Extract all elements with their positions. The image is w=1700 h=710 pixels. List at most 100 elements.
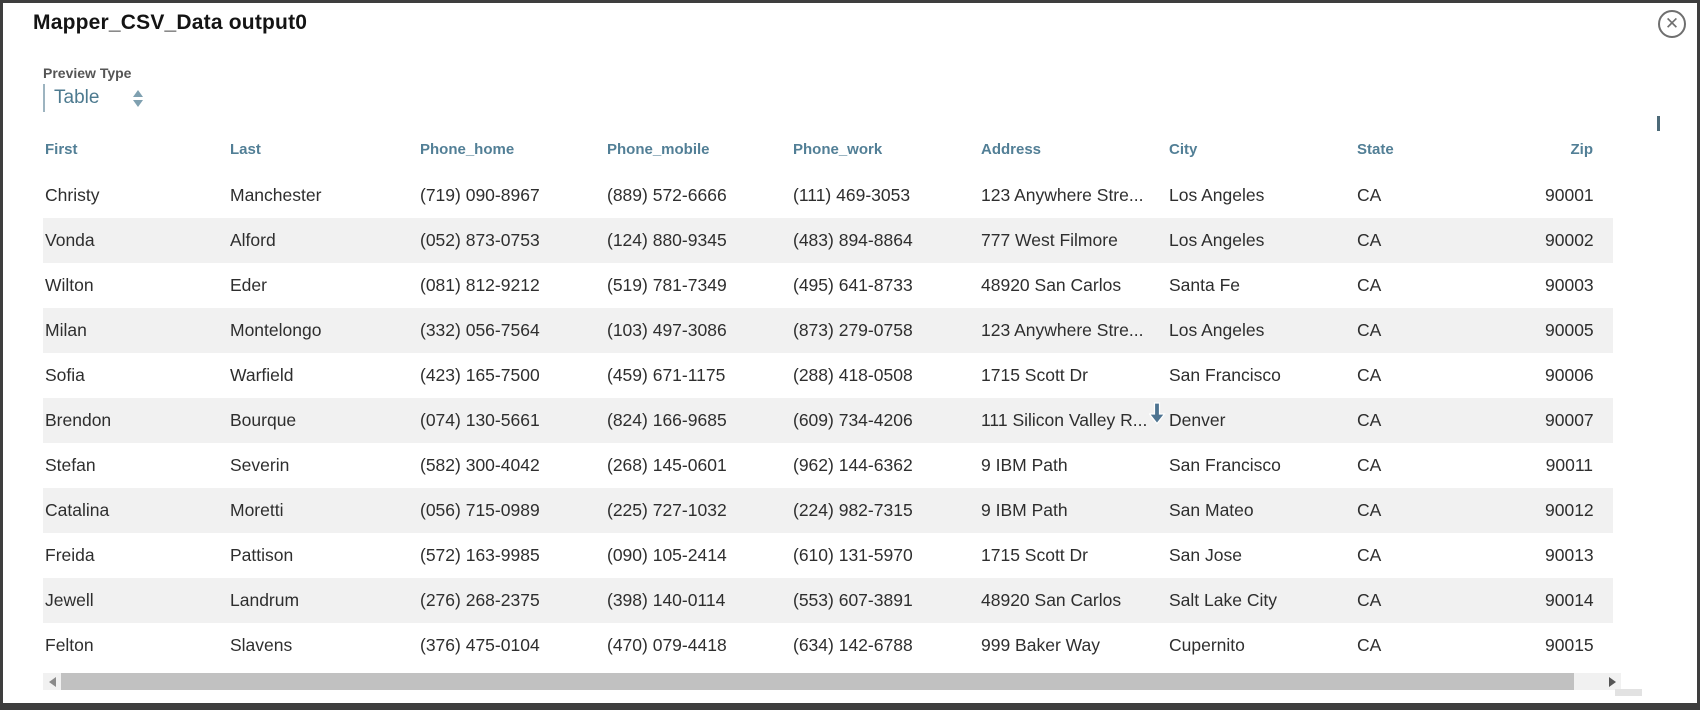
table-cell-last: Montelongo: [230, 320, 322, 340]
table-cell-phone_home: (052) 873-0753: [420, 230, 540, 250]
table-cell-zip: 90012: [1545, 500, 1594, 520]
table-cell-first: Wilton: [45, 275, 94, 295]
table-cell-address: 9 IBM Path: [981, 455, 1068, 475]
table-cell-zip: 90014: [1545, 590, 1594, 610]
table-cell-phone_mobile: (225) 727-1032: [607, 500, 727, 520]
table-row: Brendon Bourque (074) 130-5661 (824) 166-96…: [43, 398, 1613, 443]
table-cell-state: CA: [1357, 410, 1382, 430]
table-cell-phone_work: (609) 734-4206: [793, 410, 913, 430]
table-cell-last: Pattison: [230, 545, 294, 565]
table-cell-phone_mobile: (090) 105-2414: [607, 545, 727, 565]
table-row: Milan Montelongo (332) 056-7564 (103) 497-3…: [43, 308, 1613, 353]
table-cell-zip: 90002: [1545, 230, 1594, 250]
table-cell-first: Vonda: [45, 230, 95, 250]
table-row: Jewell Landrum (276) 268-2375 (398) 140-011…: [43, 578, 1613, 623]
vertical-scrollbar-thumb[interactable]: [1657, 116, 1660, 131]
table-cell-phone_work: (873) 279-0758: [793, 320, 913, 340]
scrollbar-corner: [1615, 689, 1642, 696]
table-cell-phone_home: (423) 165-7500: [420, 365, 540, 385]
table-row: Freida Pattison (572) 163-9985 (090) 105-24…: [43, 533, 1613, 578]
table-cell-phone_work: (962) 144-6362: [793, 455, 913, 475]
table-cell-last: Alford: [230, 230, 276, 250]
table-cell-address: 123 Anywhere Stre...: [981, 320, 1144, 340]
table-cell-state: CA: [1357, 275, 1382, 295]
table-cell-state: CA: [1357, 635, 1382, 655]
table-cell-zip: 90005: [1545, 320, 1594, 340]
horizontal-scrollbar-thumb[interactable]: [61, 673, 1574, 690]
preview-type-control: Preview Type Table: [43, 65, 149, 112]
table-cell-zip: 90011: [1545, 455, 1593, 475]
table-cell-city: Los Angeles: [1169, 230, 1265, 250]
table-cell-first: Stefan: [45, 455, 96, 475]
table-cell-phone_home: (572) 163-9985: [420, 545, 540, 565]
table-cell-phone_home: (056) 715-0989: [420, 500, 540, 520]
table-cell-phone_home: (376) 475-0104: [420, 635, 540, 655]
scroll-right-button[interactable]: [1603, 673, 1621, 690]
table-cell-last: Eder: [230, 275, 267, 295]
table-cell-zip: 90007: [1545, 410, 1594, 430]
table-cell-state: CA: [1357, 185, 1382, 205]
table-cell-city: Salt Lake City: [1169, 590, 1277, 610]
table-header-row: First Last Phone_home Phone_mobile Phone_wor…: [43, 133, 1613, 165]
table-cell-state: CA: [1357, 545, 1382, 565]
column-header-phone_home: Phone_home: [420, 140, 515, 158]
table-cell-city: Los Angeles: [1169, 320, 1265, 340]
table-cell-phone_mobile: (103) 497-3086: [607, 320, 727, 340]
table-cell-phone_work: (288) 418-0508: [793, 365, 913, 385]
table-body: Christy Manchester (719) 090-8967 (889) 572…: [43, 173, 1613, 668]
table-cell-phone_work: (224) 982-7315: [793, 500, 913, 520]
table-cell-zip: 90006: [1545, 365, 1594, 385]
table-cell-city: Cupernito: [1169, 635, 1245, 655]
column-header-state: State: [1357, 140, 1394, 158]
table-cell-phone_home: (081) 812-9212: [420, 275, 540, 295]
scroll-left-icon: [48, 676, 56, 687]
table-cell-last: Severin: [230, 455, 290, 475]
chevron-down-icon: [133, 99, 143, 107]
table-cell-phone_mobile: (124) 880-9345: [607, 230, 727, 250]
preview-type-value: Table: [54, 87, 100, 108]
table-cell-state: CA: [1357, 590, 1382, 610]
horizontal-scrollbar[interactable]: [43, 673, 1621, 690]
preview-type-select[interactable]: Table: [43, 84, 149, 112]
table-cell-address: 48920 San Carlos: [981, 590, 1122, 610]
table-cell-phone_mobile: (398) 140-0114: [607, 590, 726, 610]
table-cell-state: CA: [1357, 230, 1382, 250]
table-cell-city: San Francisco: [1169, 455, 1281, 475]
table-cell-phone_work: (483) 894-8864: [793, 230, 913, 250]
table-cell-first: Freida: [45, 545, 95, 565]
table-row: Sofia Warfield (423) 165-7500 (459) 671-117…: [43, 353, 1613, 398]
close-icon: ✕: [1664, 14, 1680, 33]
table-cell-first: Felton: [45, 635, 94, 655]
table-cell-last: Slavens: [230, 635, 293, 655]
table-cell-phone_home: (719) 090-8967: [420, 185, 540, 205]
data-table: First Last Phone_home Phone_mobile Phone_wor…: [43, 133, 1613, 668]
table-cell-state: CA: [1357, 365, 1382, 385]
close-button[interactable]: ✕: [1658, 10, 1686, 38]
table-cell-phone_home: (332) 056-7564: [420, 320, 540, 340]
table-cell-first: Brendon: [45, 410, 112, 430]
table-cell-first: Catalina: [45, 500, 110, 520]
table-row: Wilton Eder (081) 812-9212 (519) 781-7349 (4…: [43, 263, 1613, 308]
table-cell-phone_work: (495) 641-8733: [793, 275, 913, 295]
table-cell-city: San Jose: [1169, 545, 1242, 565]
table-cell-zip: 90001: [1545, 185, 1594, 205]
table-cell-address: 48920 San Carlos: [981, 275, 1122, 295]
scroll-left-button[interactable]: [43, 673, 61, 690]
column-header-last: Last: [230, 140, 261, 158]
table-cell-city: Santa Fe: [1169, 275, 1241, 295]
column-header-phone_work: Phone_work: [793, 140, 883, 158]
table-cell-last: Landrum: [230, 590, 300, 610]
table-row: Stefan Severin (582) 300-4042 (268) 145-060…: [43, 443, 1613, 488]
table-cell-phone_mobile: (470) 079-4418: [607, 635, 727, 655]
table-cell-phone_work: (553) 607-3891: [793, 590, 913, 610]
table-cell-phone_work: (634) 142-6788: [793, 635, 913, 655]
column-header-city: City: [1169, 140, 1198, 158]
table-cell-city: Los Angeles: [1169, 185, 1265, 205]
table-cell-last: Warfield: [230, 365, 294, 385]
table-row: Vonda Alford (052) 873-0753 (124) 880-9345 (…: [43, 218, 1613, 263]
table-cell-first: Jewell: [45, 590, 94, 610]
table-cell-state: CA: [1357, 455, 1382, 475]
table-cell-address: 777 West Filmore: [981, 230, 1118, 250]
dialog-title: Mapper_CSV_Data output0: [33, 11, 308, 34]
table-cell-state: CA: [1357, 320, 1382, 340]
